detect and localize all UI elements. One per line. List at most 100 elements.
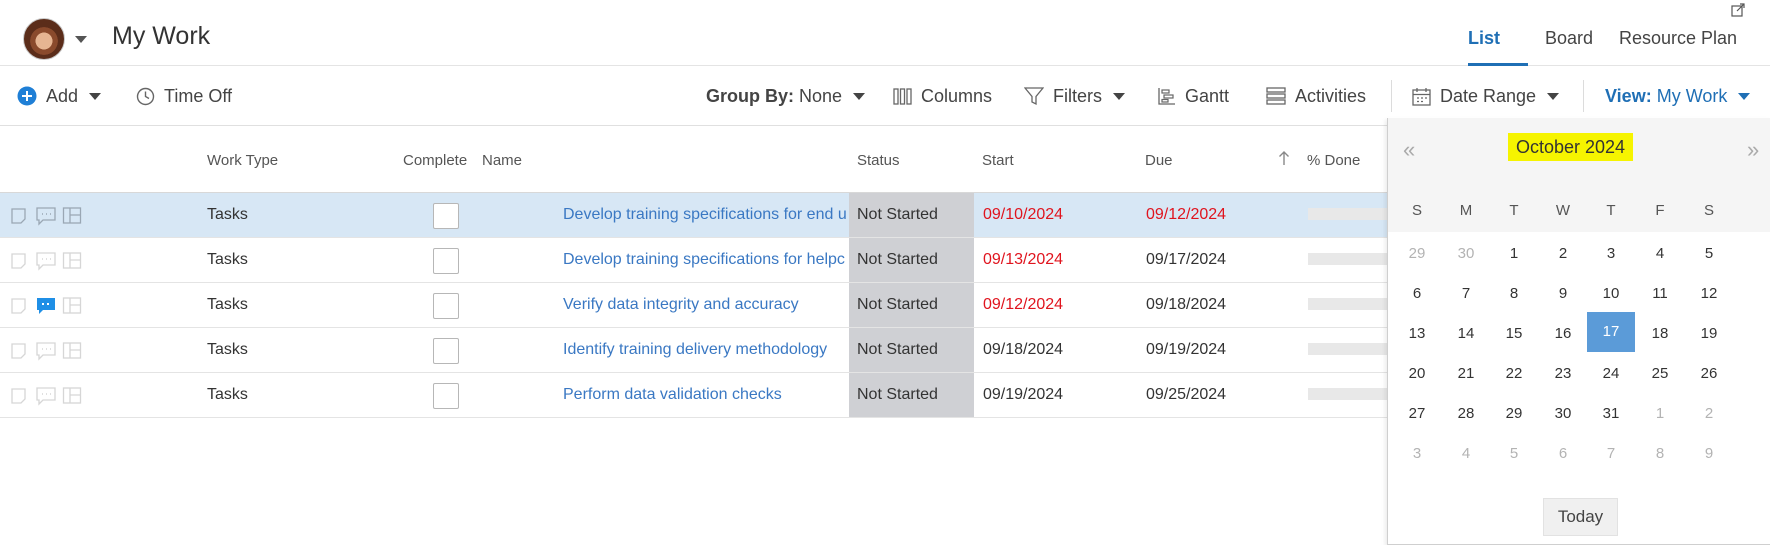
tab-resource-plan[interactable]: Resource Plan [1619,28,1737,49]
column-header-start[interactable]: Start [982,152,1014,169]
note-icon[interactable] [10,251,30,271]
gantt-button[interactable]: Gantt [1158,66,1229,126]
task-name-link[interactable]: Perform data validation checks [563,373,849,417]
complete-checkbox[interactable] [433,293,459,319]
due-date-cell[interactable]: 09/25/2024 [1146,373,1226,417]
tab-board[interactable]: Board [1545,28,1593,49]
columns-button[interactable]: Columns [893,66,992,126]
start-date-cell[interactable]: 09/13/2024 [983,238,1063,282]
due-date-cell[interactable]: 09/18/2024 [1146,283,1226,327]
status-cell[interactable]: Not Started [849,193,974,237]
column-header-status[interactable]: Status [857,152,900,169]
column-header-percent-done[interactable]: % Done [1307,152,1360,169]
task-name-link[interactable]: Develop training specifications for end … [563,193,849,237]
calendar-day[interactable]: 28 [1439,392,1493,436]
complete-checkbox[interactable] [433,383,459,409]
group-by-dropdown[interactable]: Group By: None [706,66,866,126]
calendar-day[interactable]: 9 [1536,272,1590,316]
calendar-day[interactable]: 25 [1633,352,1687,396]
table-row[interactable]: Tasks Verify data integrity and accuracy N… [0,283,1390,328]
comment-icon[interactable] [36,296,56,316]
calendar-day[interactable]: 5 [1487,432,1541,476]
calendar-day[interactable]: 30 [1536,392,1590,436]
calendar-day[interactable]: 29 [1390,232,1444,276]
calendar-day[interactable]: 1 [1633,392,1687,436]
calendar-day[interactable]: 5 [1682,232,1736,276]
calendar-day[interactable]: 7 [1584,432,1638,476]
calendar-day[interactable]: 29 [1487,392,1541,436]
status-cell[interactable]: Not Started [849,328,974,372]
start-date-cell[interactable]: 09/18/2024 [983,328,1063,372]
add-button[interactable]: Add [17,66,102,126]
comment-icon[interactable] [36,386,56,406]
calendar-day[interactable]: 8 [1487,272,1541,316]
user-avatar[interactable] [23,18,65,60]
comment-icon[interactable] [36,341,56,361]
task-name-link[interactable]: Develop training specifications for help… [563,238,849,282]
calendar-day[interactable]: 3 [1390,432,1444,476]
calendar-day[interactable]: 24 [1584,352,1638,396]
column-header-complete[interactable]: Complete [403,152,467,169]
calendar-day[interactable]: 4 [1633,232,1687,276]
expand-window-icon[interactable] [1731,3,1745,17]
filters-dropdown[interactable]: Filters [1024,66,1125,126]
task-name-link[interactable]: Identify training delivery methodology [563,328,849,372]
task-name-link[interactable]: Verify data integrity and accuracy [563,283,849,327]
start-date-cell[interactable]: 09/19/2024 [983,373,1063,417]
previous-month-button[interactable]: « [1403,137,1415,163]
complete-checkbox[interactable] [433,203,459,229]
sort-ascending-icon[interactable] [1278,150,1290,166]
column-header-name[interactable]: Name [482,152,522,169]
table-row[interactable]: Tasks Develop training specifications for… [0,193,1390,238]
due-date-cell[interactable]: 09/12/2024 [1146,193,1226,237]
details-panel-icon[interactable] [62,386,82,406]
calendar-day[interactable]: 26 [1682,352,1736,396]
note-icon[interactable] [10,386,30,406]
calendar-month-label[interactable]: October 2024 [1508,133,1634,161]
column-header-work-type[interactable]: Work Type [207,152,278,169]
calendar-day[interactable]: 31 [1584,392,1638,436]
calendar-day[interactable]: 14 [1439,312,1493,356]
details-panel-icon[interactable] [62,251,82,271]
calendar-day-selected[interactable]: 17 [1587,312,1635,352]
date-range-dropdown[interactable]: Date Range [1412,66,1560,126]
details-panel-icon[interactable] [62,206,82,226]
calendar-day[interactable]: 8 [1633,432,1687,476]
avatar-menu-caret-icon[interactable] [75,36,87,43]
calendar-day[interactable]: 2 [1536,232,1590,276]
complete-checkbox[interactable] [433,248,459,274]
calendar-day[interactable]: 11 [1633,272,1687,316]
status-cell[interactable]: Not Started [849,373,974,417]
calendar-day[interactable]: 16 [1536,312,1590,356]
calendar-day[interactable]: 12 [1682,272,1736,316]
start-date-cell[interactable]: 09/10/2024 [983,193,1063,237]
due-date-cell[interactable]: 09/19/2024 [1146,328,1226,372]
calendar-day[interactable]: 18 [1633,312,1687,356]
calendar-day[interactable]: 20 [1390,352,1444,396]
activities-button[interactable]: Activities [1266,66,1366,126]
calendar-day[interactable]: 2 [1682,392,1736,436]
time-off-button[interactable]: Time Off [136,66,232,126]
note-icon[interactable] [10,296,30,316]
note-icon[interactable] [10,206,30,226]
calendar-day[interactable]: 4 [1439,432,1493,476]
comment-icon[interactable] [36,251,56,271]
start-date-cell[interactable]: 09/12/2024 [983,283,1063,327]
column-header-due[interactable]: Due [1145,152,1173,169]
calendar-day[interactable]: 1 [1487,232,1541,276]
calendar-day[interactable]: 7 [1439,272,1493,316]
calendar-day[interactable]: 6 [1390,272,1444,316]
comment-icon[interactable] [36,206,56,226]
details-panel-icon[interactable] [62,341,82,361]
view-dropdown[interactable]: View: My Work [1605,66,1751,126]
calendar-day[interactable]: 3 [1584,232,1638,276]
tab-list[interactable]: List [1468,28,1500,49]
status-cell[interactable]: Not Started [849,238,974,282]
calendar-day[interactable]: 10 [1584,272,1638,316]
calendar-day[interactable]: 9 [1682,432,1736,476]
calendar-day[interactable]: 21 [1439,352,1493,396]
calendar-day[interactable]: 22 [1487,352,1541,396]
table-row[interactable]: Tasks Identify training delivery methodol… [0,328,1390,373]
due-date-cell[interactable]: 09/17/2024 [1146,238,1226,282]
calendar-day[interactable]: 23 [1536,352,1590,396]
